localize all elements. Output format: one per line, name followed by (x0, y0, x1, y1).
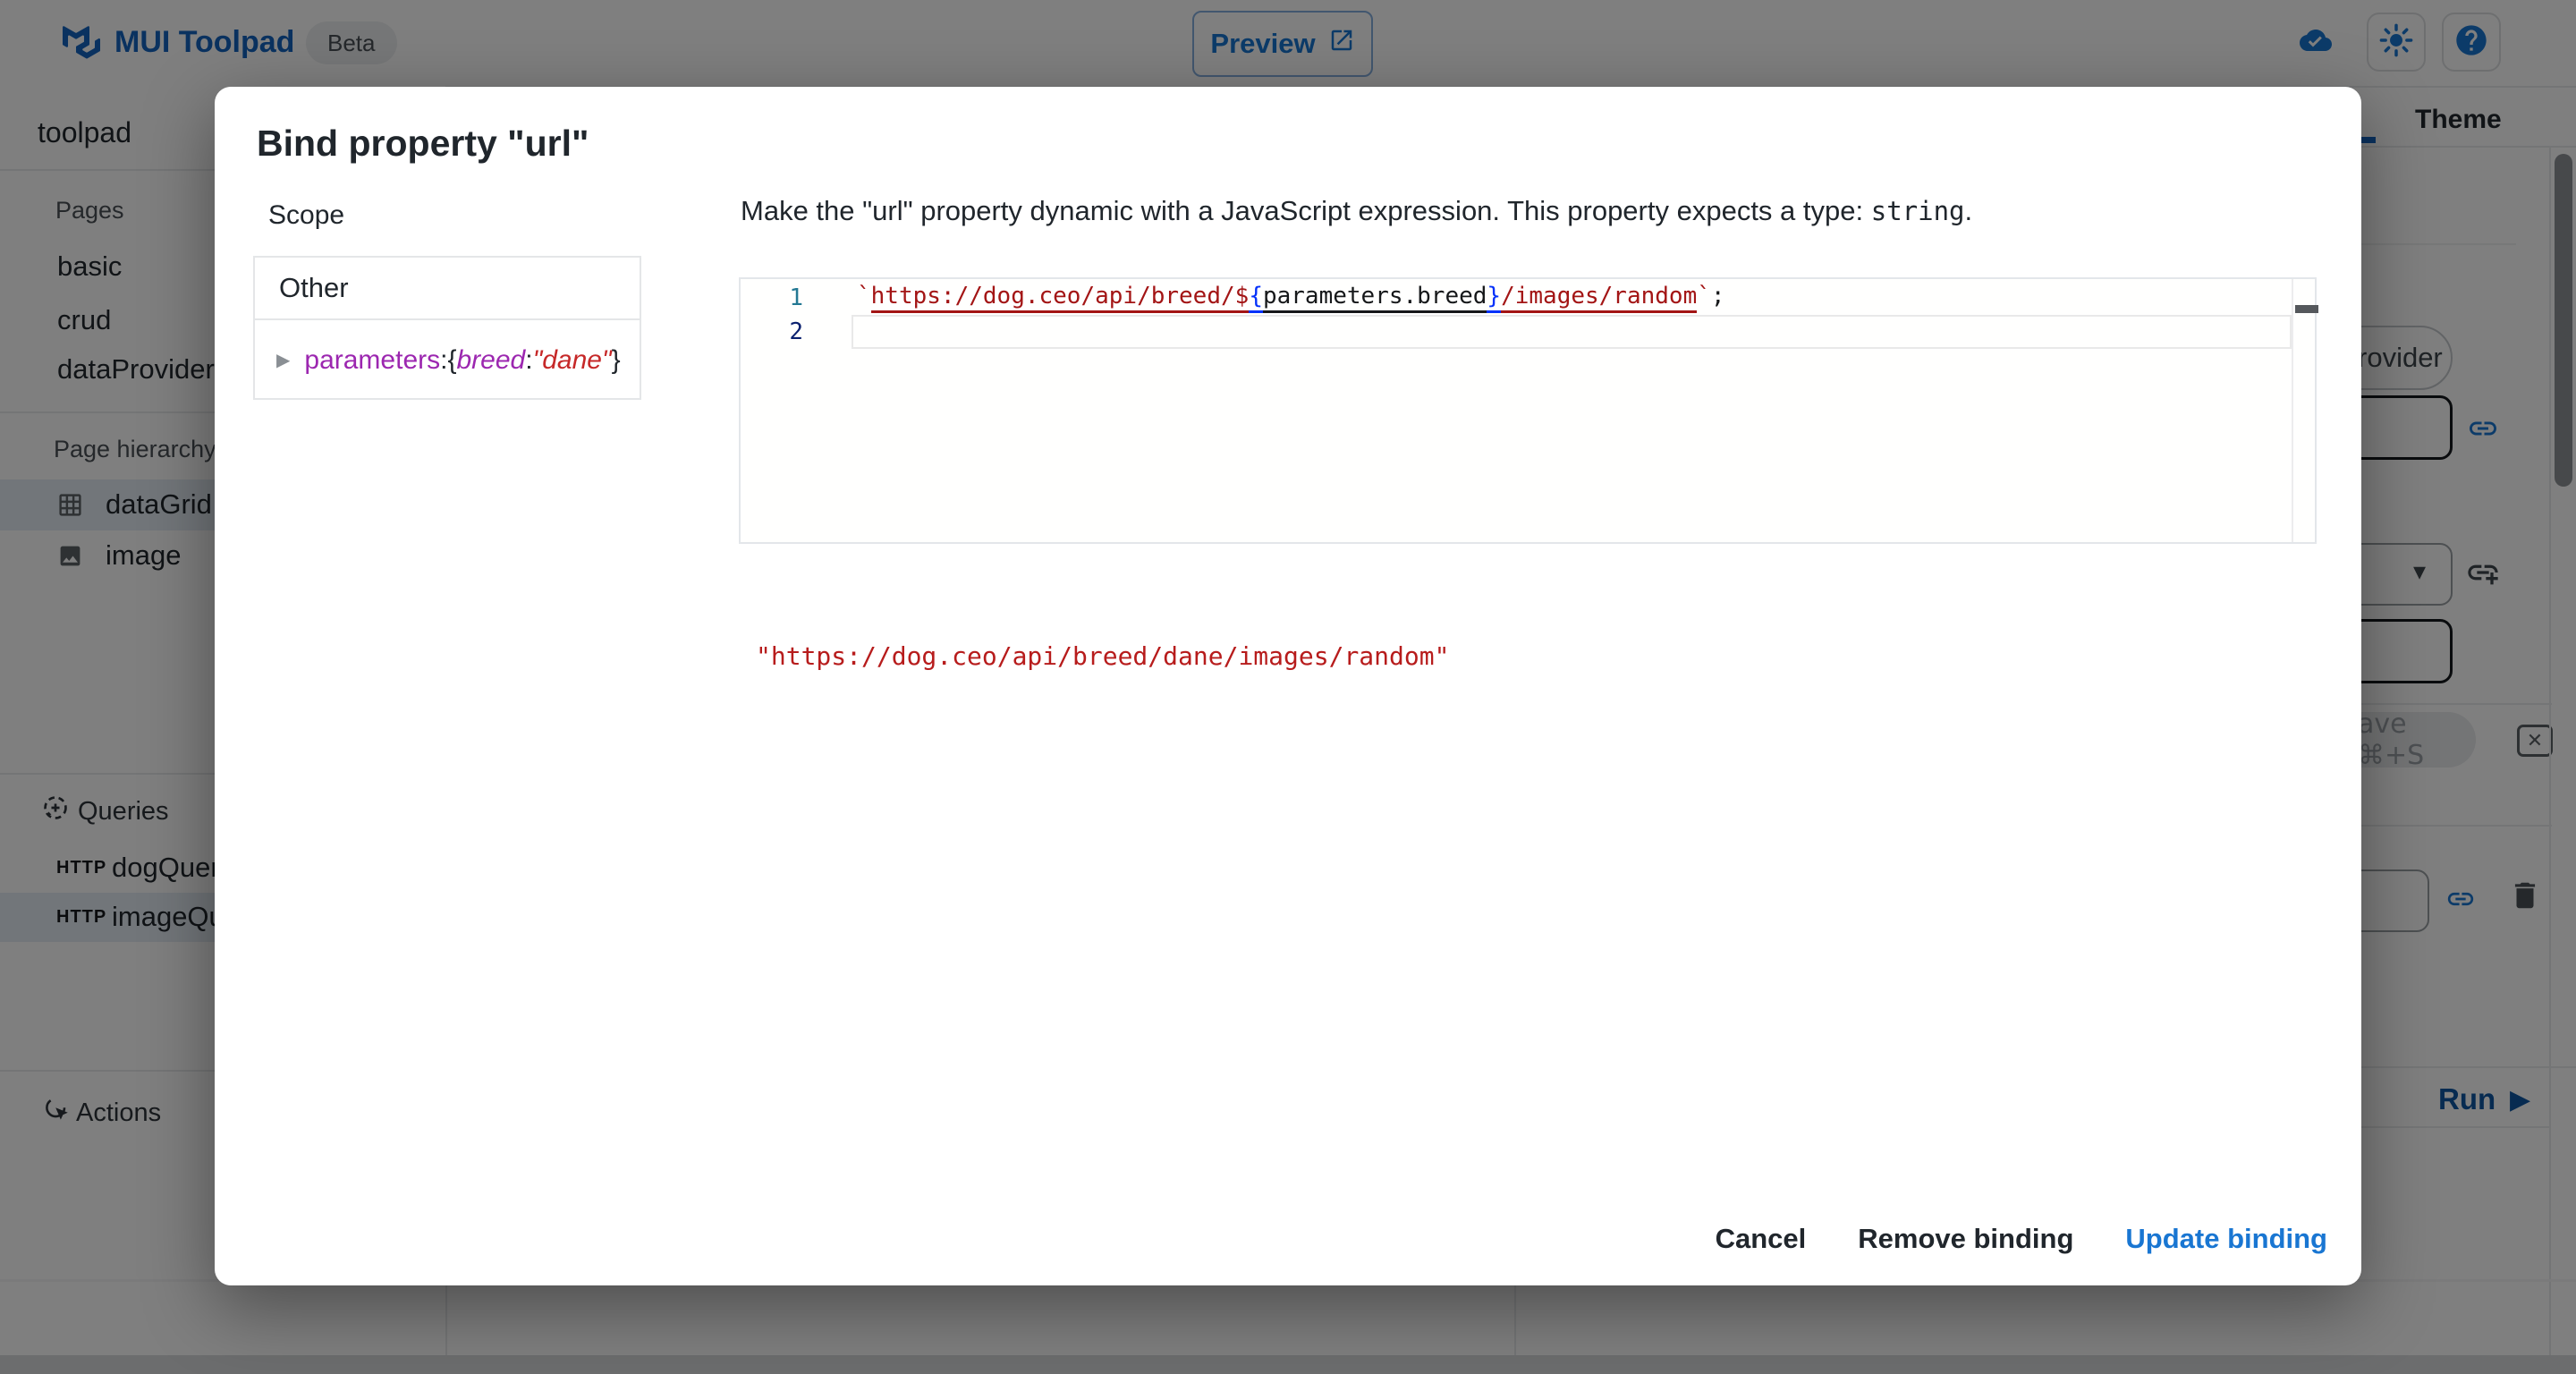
expression-result: "https://dog.ceo/api/breed/dane/images/r… (756, 641, 1449, 671)
dialog-description: Make the "url" property dynamic with a J… (741, 195, 2333, 227)
toolpad-app: MUI Toolpad Beta Preview (0, 0, 2576, 1374)
param-close-brace: } (612, 345, 621, 376)
param-name: parameters (304, 345, 440, 376)
param-key: breed (457, 345, 526, 376)
scope-group-label: Other (279, 272, 349, 304)
line-number: 2 (741, 318, 803, 345)
update-binding-button[interactable]: Update binding (2125, 1223, 2327, 1255)
code-backtick: ` (1697, 283, 1711, 310)
cancel-button[interactable]: Cancel (1716, 1223, 1807, 1255)
code-url-part2: /images/random (1501, 283, 1697, 313)
code-editor[interactable]: 1 2 `https://dog.ceo/api/breed/${paramet… (739, 277, 2317, 544)
description-period: . (1965, 195, 1973, 226)
dialog-title: Bind property "url" (257, 123, 589, 165)
code-dollar: $ (1235, 283, 1250, 313)
code-expression: parameters.breed (1263, 283, 1487, 313)
scope-parameters-row[interactable]: ▶ parameters: {breed: "dane"} (255, 320, 640, 400)
description-type: string (1871, 196, 1965, 226)
scope-panel: Other ▶ parameters: {breed: "dane"} (253, 256, 641, 400)
code-close-brace: } (1487, 283, 1501, 313)
code-semicolon: ; (1711, 283, 1725, 310)
param-open-brace: { (447, 345, 456, 376)
editor-ruler (2292, 279, 2293, 542)
bind-property-dialog: Bind property "url" Scope Other ▶ parame… (215, 87, 2361, 1285)
overview-marker (2295, 305, 2318, 313)
code-open-brace: { (1249, 283, 1263, 313)
code-backtick: ` (857, 283, 871, 310)
param-sep: : (440, 345, 447, 376)
expand-arrow-icon: ▶ (276, 349, 290, 371)
param-value: "dane" (533, 345, 612, 376)
dialog-actions: Cancel Remove binding Update binding (1716, 1223, 2327, 1255)
code-line: `https://dog.ceo/api/breed/${parameters.… (857, 283, 1725, 310)
scope-group-header: Other (255, 258, 640, 320)
param-sep2: : (525, 345, 532, 376)
current-line-highlight (852, 315, 2292, 349)
scope-label: Scope (268, 200, 344, 231)
code-url-part1: https://dog.ceo/api/breed/ (871, 283, 1235, 313)
remove-binding-button[interactable]: Remove binding (1858, 1223, 2073, 1255)
description-text: Make the "url" property dynamic with a J… (741, 195, 1871, 226)
line-number: 1 (741, 284, 803, 311)
